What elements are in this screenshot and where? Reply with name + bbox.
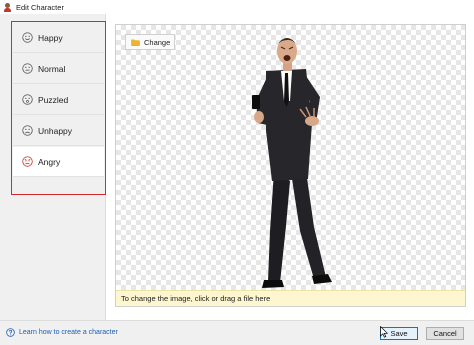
sidebar: Happy Normal Puzzled Unhappy Angry [0, 14, 106, 320]
image-drop-area[interactable]: Change To change the image, click or dra… [115, 24, 466, 307]
emotion-item-unhappy[interactable]: Unhappy [13, 116, 104, 146]
puzzled-face-icon [22, 94, 33, 105]
hint-text: To change the image, click or drag a fil… [121, 294, 271, 303]
unhappy-face-icon [22, 125, 33, 136]
help-link[interactable]: Learn how to create a character [6, 328, 118, 337]
emotion-item-angry[interactable]: Angry [13, 147, 104, 177]
emotion-label: Happy [38, 32, 63, 43]
hint-bar: To change the image, click or drag a fil… [116, 290, 465, 306]
emotion-label: Unhappy [38, 125, 73, 136]
emotion-label: Puzzled [38, 94, 69, 105]
cancel-button[interactable]: Cancel [426, 327, 464, 340]
angry-face-icon [22, 156, 33, 167]
happy-face-icon [22, 32, 33, 43]
folder-icon [131, 39, 140, 46]
emotion-label: Normal [38, 63, 66, 74]
emotion-list: Happy Normal Puzzled Unhappy Angry [11, 21, 106, 195]
emotion-item-normal[interactable]: Normal [13, 54, 104, 84]
change-image-button[interactable]: Change [125, 34, 175, 50]
character-image [252, 38, 332, 288]
question-icon [6, 328, 15, 337]
emotion-item-puzzled[interactable]: Puzzled [13, 85, 104, 115]
help-link-text: Learn how to create a character [19, 329, 118, 336]
change-button-label: Change [144, 37, 171, 47]
neutral-face-icon [22, 63, 33, 74]
window-title: Edit Character [16, 2, 64, 12]
title-bar: Edit Character [0, 0, 474, 14]
emotion-item-happy[interactable]: Happy [13, 23, 104, 53]
mouse-cursor-icon [380, 326, 388, 338]
emotion-label: Angry [38, 156, 61, 167]
footer: Learn how to create a character Save Can… [0, 320, 474, 345]
character-app-icon [3, 2, 12, 12]
